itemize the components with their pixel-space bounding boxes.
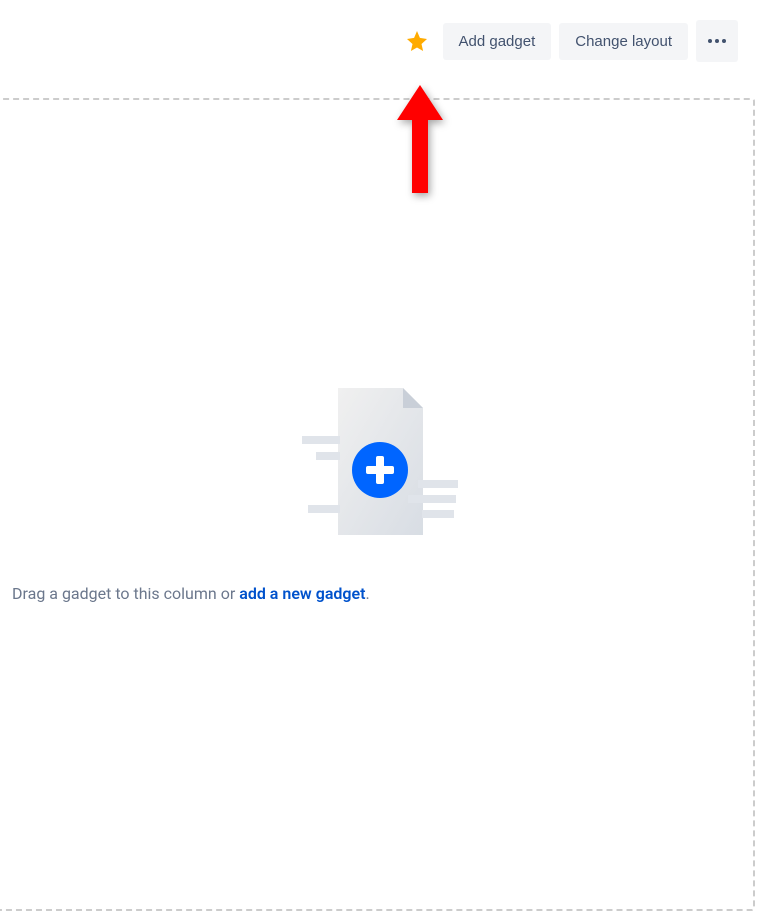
change-layout-button[interactable]: Change layout [559,23,688,60]
toolbar: Add gadget Change layout [0,0,763,82]
hint-suffix-text: . [366,584,370,603]
add-gadget-button[interactable]: Add gadget [443,23,552,60]
add-new-gadget-link[interactable]: add a new gadget [239,584,365,603]
empty-state-hint: Drag a gadget to this column or add a ne… [12,584,743,603]
hint-prefix-text: Drag a gadget to this column or [12,584,239,603]
more-actions-button[interactable] [696,20,738,62]
more-horizontal-icon [707,39,727,43]
star-icon [405,29,429,53]
empty-state-illustration [12,380,743,550]
star-button[interactable] [399,23,435,59]
column-dropzone[interactable]: Drag a gadget to this column or add a ne… [0,98,755,911]
